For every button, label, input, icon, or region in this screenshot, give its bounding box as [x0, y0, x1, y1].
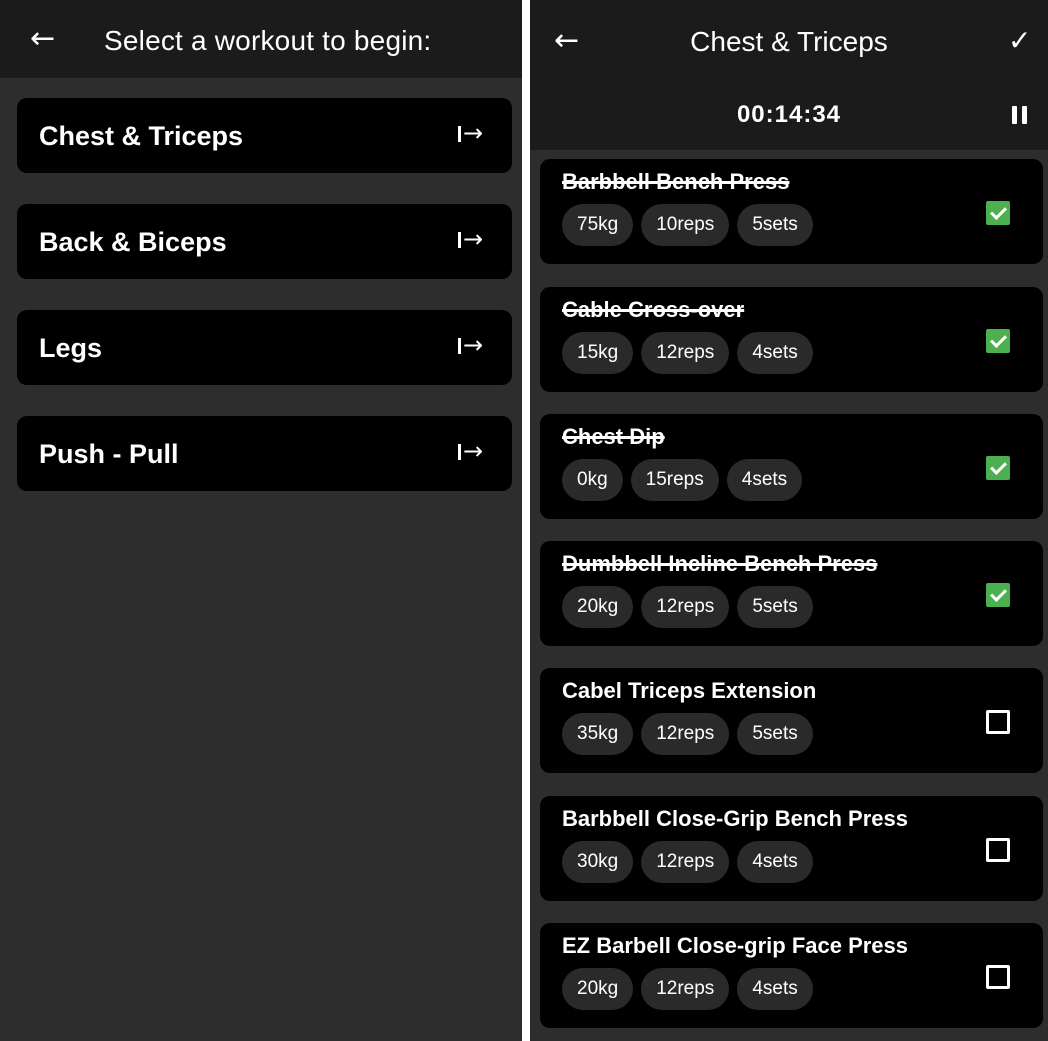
exercise-name: Cabel Triceps Extension: [562, 678, 817, 703]
workout-card-chest-triceps[interactable]: Chest & Triceps →: [17, 98, 512, 173]
weight-chip: 20kg: [562, 586, 634, 628]
sets-chip: 5sets: [737, 586, 813, 628]
exercise-card: EZ Barbell Close-grip Face Press 20kg 12…: [540, 923, 1043, 1028]
workout-name: Legs: [39, 333, 103, 363]
reps-chip: 12reps: [641, 332, 730, 374]
arrow-right-from-bar-icon: →: [458, 225, 490, 253]
exercise-card: Barbbell Bench Press 75kg 10reps 5sets: [540, 159, 1043, 264]
arrow-left-icon[interactable]: ←: [30, 24, 55, 54]
exercise-card: Cable Cross-over 15kg 12reps 4sets: [540, 287, 1043, 392]
exercise-complete-checkbox[interactable]: [986, 329, 1010, 353]
reps-chip: 10reps: [641, 204, 730, 246]
arrow-left-icon[interactable]: ←: [554, 26, 579, 56]
workout-select-screen: ← Select a workout to begin: Chest & Tri…: [0, 0, 522, 1041]
exercise-card: Barbbell Close-Grip Bench Press 30kg 12r…: [540, 796, 1043, 901]
exercise-name: EZ Barbell Close-grip Face Press: [562, 933, 909, 958]
top-app-bar: ← Select a workout to begin:: [0, 0, 522, 78]
exercise-name: Cable Cross-over: [562, 297, 745, 322]
top-app-bar: Chest & Triceps ← ✓ 00:14:34: [530, 0, 1048, 150]
exercise-name: Dumbbell Incline Bench Press: [562, 551, 878, 576]
reps-chip: 12reps: [641, 968, 730, 1010]
workout-name: Push - Pull: [39, 439, 179, 469]
exercise-complete-checkbox[interactable]: [986, 965, 1010, 989]
reps-chip: 12reps: [641, 713, 730, 755]
sets-chip: 4sets: [737, 841, 813, 883]
sets-chip: 4sets: [726, 459, 803, 501]
checkmark-icon[interactable]: ✓: [1008, 26, 1031, 56]
workout-name: Chest & Triceps: [39, 121, 244, 151]
weight-chip: 0kg: [562, 459, 623, 501]
workout-name: Back & Biceps: [39, 227, 227, 257]
reps-chip: 12reps: [641, 841, 730, 883]
page-title: Chest & Triceps: [690, 26, 888, 57]
exercise-card: Dumbbell Incline Bench Press 20kg 12reps…: [540, 541, 1043, 646]
arrow-right-from-bar-icon: →: [458, 119, 490, 147]
sets-chip: 5sets: [737, 204, 813, 246]
arrow-right-from-bar-icon: →: [458, 331, 490, 359]
exercise-complete-checkbox[interactable]: [986, 583, 1010, 607]
weight-chip: 35kg: [562, 713, 634, 755]
active-workout-screen: Chest & Triceps ← ✓ 00:14:34 Barbbell Be…: [530, 0, 1048, 1041]
pause-icon[interactable]: [1012, 106, 1028, 124]
arrow-right-from-bar-icon: →: [458, 437, 490, 465]
weight-chip: 30kg: [562, 841, 634, 883]
reps-chip: 12reps: [641, 586, 730, 628]
workout-timer: 00:14:34: [736, 101, 842, 128]
exercise-complete-checkbox[interactable]: [986, 456, 1010, 480]
workout-card-back-biceps[interactable]: Back & Biceps →: [17, 204, 512, 279]
exercise-card: Chest Dip 0kg 15reps 4sets: [540, 414, 1043, 519]
page-title: Select a workout to begin:: [104, 25, 432, 56]
sets-chip: 4sets: [737, 968, 813, 1010]
reps-chip: 15reps: [630, 459, 719, 501]
exercise-name: Chest Dip: [562, 424, 665, 449]
sets-chip: 5sets: [737, 713, 813, 755]
exercise-complete-checkbox[interactable]: [986, 710, 1010, 734]
exercise-name: Barbbell Close-Grip Bench Press: [562, 806, 908, 831]
weight-chip: 75kg: [562, 204, 634, 246]
workout-card-push-pull[interactable]: Push - Pull →: [17, 416, 512, 491]
workout-card-legs[interactable]: Legs →: [17, 310, 512, 385]
weight-chip: 20kg: [562, 968, 634, 1010]
sets-chip: 4sets: [737, 332, 813, 374]
exercise-complete-checkbox[interactable]: [986, 201, 1010, 225]
weight-chip: 15kg: [562, 332, 634, 374]
exercise-name: Barbbell Bench Press: [562, 169, 790, 194]
exercise-card: Cabel Triceps Extension 35kg 12reps 5set…: [540, 668, 1043, 773]
exercise-complete-checkbox[interactable]: [986, 838, 1010, 862]
